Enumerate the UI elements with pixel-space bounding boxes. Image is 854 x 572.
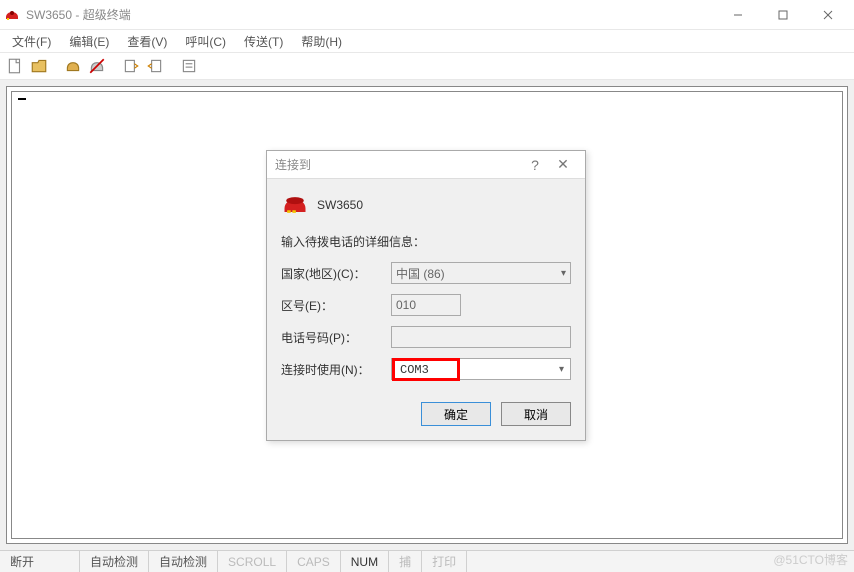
help-button[interactable]: ?: [521, 157, 549, 173]
status-connection: 断开: [0, 551, 80, 572]
phone-input[interactable]: [391, 326, 571, 348]
cursor-icon: [18, 98, 26, 100]
menu-edit[interactable]: 编辑(E): [61, 31, 117, 52]
dialog-header: SW3650: [281, 191, 571, 219]
connect-dialog: 连接到 ? ✕ SW3650 输入待拨电话的详细信息： 国家(地区)(C)： 中…: [266, 150, 586, 441]
watermark: @51CTO博客: [773, 551, 848, 568]
dialog-instruction: 输入待拨电话的详细信息：: [281, 233, 571, 250]
status-caps: CAPS: [287, 551, 341, 572]
status-autodetect-2: 自动检测: [149, 551, 218, 572]
country-value: 中国 (86): [396, 265, 445, 282]
chevron-down-icon: ▾: [561, 268, 566, 279]
status-capture: 捕: [389, 551, 422, 572]
area-label: 区号(E)：: [281, 297, 391, 314]
dialog-titlebar: 连接到 ? ✕: [267, 151, 585, 179]
window-controls: [715, 1, 850, 29]
menubar: 文件(F) 编辑(E) 查看(V) 呼叫(C) 传送(T) 帮助(H): [0, 30, 854, 52]
cancel-button[interactable]: 取消: [501, 402, 571, 426]
dialog-close-button[interactable]: ✕: [549, 156, 577, 173]
chevron-down-icon: ▾: [559, 364, 570, 375]
country-select[interactable]: 中国 (86) ▾: [391, 262, 571, 284]
status-scroll: SCROLL: [218, 551, 287, 572]
connect-value: COM3: [396, 363, 456, 377]
connect-label: 连接时使用(N)：: [281, 361, 391, 378]
menu-transfer[interactable]: 传送(T): [236, 31, 291, 52]
highlight-annotation: COM3: [392, 358, 460, 381]
area-input[interactable]: [391, 294, 461, 316]
connect-icon[interactable]: [64, 57, 82, 75]
minimize-button[interactable]: [715, 1, 760, 29]
menu-help[interactable]: 帮助(H): [293, 31, 350, 52]
app-icon: [4, 7, 20, 23]
row-phone: 电话号码(P)：: [281, 326, 571, 348]
disconnect-icon[interactable]: [88, 57, 106, 75]
open-icon[interactable]: [30, 57, 48, 75]
menu-file[interactable]: 文件(F): [4, 31, 59, 52]
row-country: 国家(地区)(C)： 中国 (86) ▾: [281, 262, 571, 284]
window-title: SW3650 - 超级终端: [26, 6, 715, 23]
receive-icon[interactable]: [146, 57, 164, 75]
connection-name: SW3650: [317, 198, 363, 212]
send-icon[interactable]: [122, 57, 140, 75]
row-area: 区号(E)：: [281, 294, 571, 316]
properties-icon[interactable]: [180, 57, 198, 75]
maximize-button[interactable]: [760, 1, 805, 29]
toolbar: [0, 52, 854, 80]
status-autodetect-1: 自动检测: [80, 551, 149, 572]
dialog-buttons: 确定 取消: [267, 396, 585, 440]
dialog-title: 连接到: [275, 156, 521, 173]
close-button[interactable]: [805, 1, 850, 29]
dialog-body: SW3650 输入待拨电话的详细信息： 国家(地区)(C)： 中国 (86) ▾…: [267, 179, 585, 396]
connect-select[interactable]: COM3 ▾: [391, 358, 571, 380]
titlebar: SW3650 - 超级终端: [0, 0, 854, 30]
new-icon[interactable]: [6, 57, 24, 75]
status-num: NUM: [341, 551, 389, 572]
phone-label: 电话号码(P)：: [281, 329, 391, 346]
menu-view[interactable]: 查看(V): [119, 31, 175, 52]
menu-call[interactable]: 呼叫(C): [177, 31, 234, 52]
ok-button[interactable]: 确定: [421, 402, 491, 426]
statusbar: 断开 自动检测 自动检测 SCROLL CAPS NUM 捕 打印: [0, 550, 854, 572]
status-print: 打印: [422, 551, 467, 572]
row-connect: 连接时使用(N)： COM3 ▾: [281, 358, 571, 380]
country-label: 国家(地区)(C)：: [281, 265, 391, 282]
phone-icon: [281, 191, 309, 219]
